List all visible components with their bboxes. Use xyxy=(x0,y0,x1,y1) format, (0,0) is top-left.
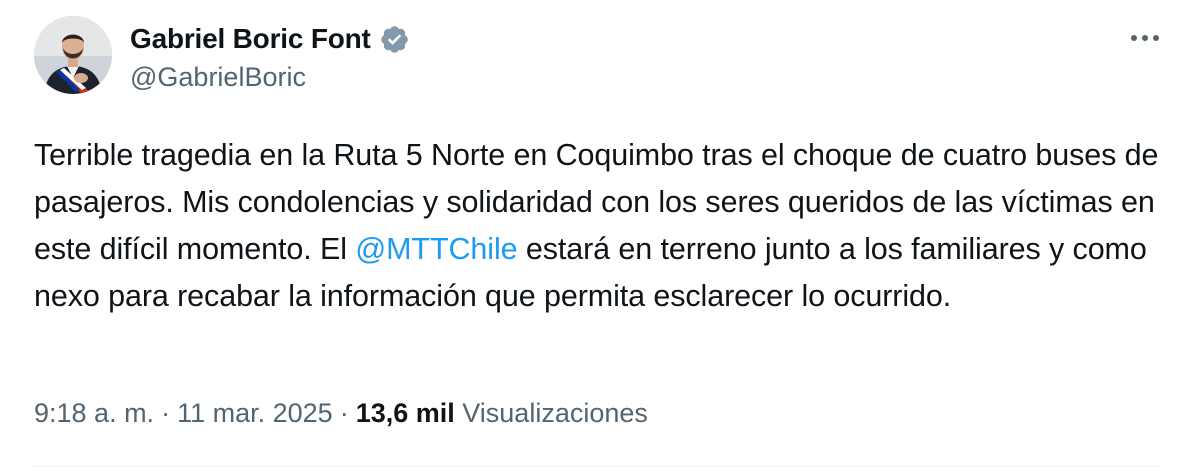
views-label: Visualizaciones xyxy=(462,398,648,428)
more-icon xyxy=(1131,35,1159,41)
author-block: Gabriel Boric Font @GabrielBoric xyxy=(130,20,410,93)
views-count: 13,6 mil xyxy=(355,398,455,428)
mention-link[interactable]: @MTTChile xyxy=(355,232,517,266)
meta-separator: · xyxy=(339,398,349,428)
author-name[interactable]: Gabriel Boric Font xyxy=(130,23,371,55)
author-handle[interactable]: @GabrielBoric xyxy=(130,62,410,93)
verified-badge-icon[interactable] xyxy=(379,24,410,55)
tweet-meta: 9:18 a. m. · 11 mar. 2025 · 13,6 mil Visuali… xyxy=(34,398,648,429)
more-options-button[interactable] xyxy=(1128,24,1162,52)
avatar-image xyxy=(34,16,112,94)
tweet-time[interactable]: 9:18 a. m. xyxy=(34,398,154,428)
tweet-text: Terrible tragedia en la Ruta 5 Norte en … xyxy=(34,132,1164,320)
meta-separator: · xyxy=(161,398,171,428)
avatar[interactable] xyxy=(34,16,112,94)
author-name-row: Gabriel Boric Font xyxy=(130,20,410,58)
tweet-date[interactable]: 11 mar. 2025 xyxy=(177,398,333,428)
tweet-card: Gabriel Boric Font @GabrielBoric Terribl… xyxy=(0,0,1196,472)
divider xyxy=(34,466,1162,467)
